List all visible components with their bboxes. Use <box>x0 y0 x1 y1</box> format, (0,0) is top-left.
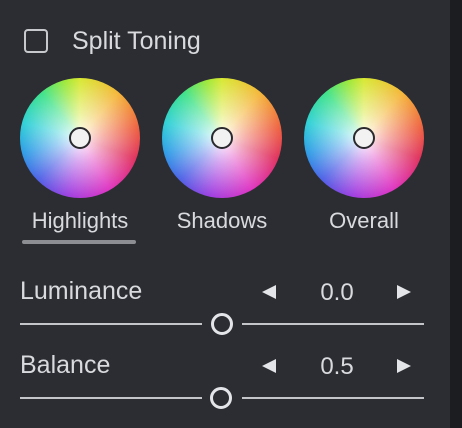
shadows-wheel-handle[interactable] <box>211 127 233 149</box>
highlights-wheel-handle[interactable] <box>69 127 91 149</box>
tab-shadows[interactable]: Shadows <box>152 208 292 234</box>
balance-decrement-icon[interactable] <box>262 359 276 373</box>
balance-slider-thumb[interactable] <box>210 387 232 409</box>
selected-tab-underline <box>22 240 136 244</box>
balance-slider-track-right[interactable] <box>242 397 424 399</box>
highlights-color-wheel[interactable] <box>20 78 140 198</box>
luminance-label: Luminance <box>20 277 143 305</box>
split-toning-panel: Split Toning Highlights Shadows Overall … <box>0 0 450 428</box>
split-toning-label: Split Toning <box>72 26 201 55</box>
panel-edge <box>450 0 462 428</box>
tab-overall[interactable]: Overall <box>294 208 434 234</box>
overall-color-wheel[interactable] <box>304 78 424 198</box>
balance-increment-icon[interactable] <box>397 359 411 373</box>
tab-highlights[interactable]: Highlights <box>10 208 150 234</box>
luminance-increment-icon[interactable] <box>397 285 411 299</box>
luminance-value[interactable]: 0.0 <box>307 279 367 307</box>
split-toning-header: Split Toning <box>24 26 201 56</box>
luminance-decrement-icon[interactable] <box>262 285 276 299</box>
shadows-color-wheel[interactable] <box>162 78 282 198</box>
luminance-slider-thumb[interactable] <box>211 313 233 335</box>
balance-value[interactable]: 0.5 <box>307 353 367 381</box>
overall-wheel-handle[interactable] <box>353 127 375 149</box>
luminance-slider-track-left[interactable] <box>20 323 202 325</box>
balance-slider-track-left[interactable] <box>20 397 202 399</box>
balance-label: Balance <box>20 351 111 379</box>
split-toning-checkbox[interactable] <box>24 29 48 53</box>
luminance-slider-track-right[interactable] <box>242 323 424 325</box>
